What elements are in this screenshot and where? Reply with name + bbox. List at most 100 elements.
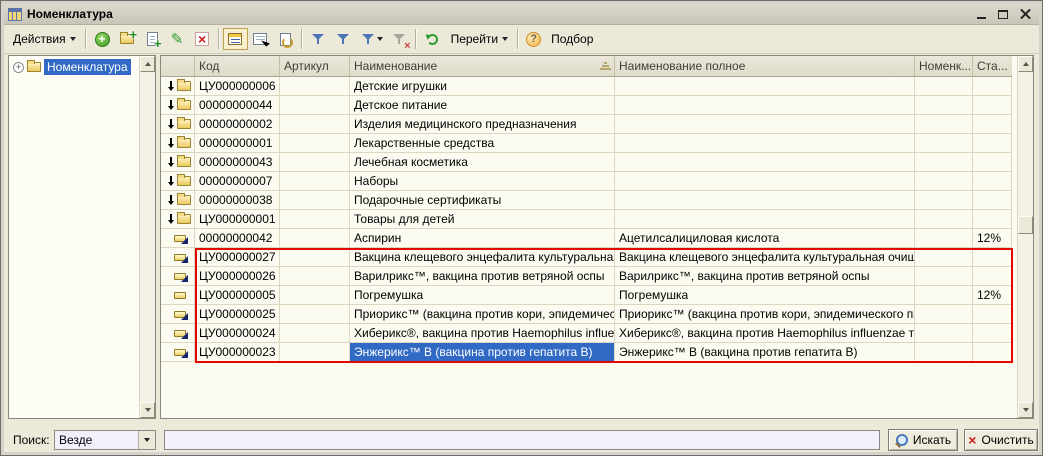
cell-code[interactable]: ЦУ000000026 bbox=[195, 267, 280, 286]
cell-article[interactable] bbox=[280, 134, 350, 153]
cell-fullname[interactable]: Вакцина клещевого энцефалита культуральн… bbox=[615, 248, 915, 267]
expand-icon[interactable] bbox=[13, 62, 24, 73]
scroll-down-button[interactable] bbox=[1018, 402, 1033, 418]
table-scrollbar[interactable] bbox=[1017, 56, 1033, 418]
table-row[interactable]: ЦУ000000025 Приорикс™ (вакцина против ко… bbox=[161, 305, 1017, 324]
scrollbar-thumb[interactable] bbox=[1018, 216, 1033, 234]
add-button[interactable] bbox=[90, 28, 115, 50]
cell-status[interactable] bbox=[973, 267, 1012, 286]
cell-fullname[interactable] bbox=[615, 134, 915, 153]
edit-button[interactable] bbox=[165, 28, 190, 50]
hierarchy-view-button[interactable] bbox=[223, 28, 248, 50]
cell-code[interactable]: ЦУ000000005 bbox=[195, 286, 280, 305]
cell-name[interactable]: Товары для детей bbox=[350, 210, 615, 229]
cell-name[interactable]: Изделия медицинского предназначения bbox=[350, 115, 615, 134]
tree-root-item[interactable]: Номенклатура bbox=[9, 56, 155, 75]
cell-status[interactable] bbox=[973, 248, 1012, 267]
cell-code[interactable]: ЦУ000000025 bbox=[195, 305, 280, 324]
cell-article[interactable] bbox=[280, 305, 350, 324]
cell-nomenclature[interactable] bbox=[915, 229, 973, 248]
search-scope-value[interactable]: Везде bbox=[55, 431, 138, 449]
cell-code[interactable]: ЦУ000000027 bbox=[195, 248, 280, 267]
cell-fullname[interactable] bbox=[615, 172, 915, 191]
cell-name[interactable]: Варилрикс™, вакцина против ветряной оспы bbox=[350, 267, 615, 286]
cell-status[interactable] bbox=[973, 210, 1012, 229]
cell-code[interactable]: 00000000038 bbox=[195, 191, 280, 210]
close-button[interactable] bbox=[1017, 7, 1033, 21]
combo-dropdown-button[interactable] bbox=[138, 431, 155, 449]
cell-name[interactable]: Лечебная косметика bbox=[350, 153, 615, 172]
cell-nomenclature[interactable] bbox=[915, 248, 973, 267]
cell-status[interactable] bbox=[973, 115, 1012, 134]
delete-button[interactable] bbox=[190, 28, 215, 50]
cell-status[interactable] bbox=[973, 324, 1012, 343]
cell-code[interactable]: 00000000007 bbox=[195, 172, 280, 191]
cell-name[interactable]: Погремушка bbox=[350, 286, 615, 305]
copy-button[interactable] bbox=[140, 28, 165, 50]
cell-fullname[interactable]: Энжерикс™ В (вакцина против гепатита В) bbox=[615, 343, 915, 362]
cell-article[interactable] bbox=[280, 229, 350, 248]
add-group-button[interactable] bbox=[115, 28, 140, 50]
cell-code[interactable]: ЦУ000000001 bbox=[195, 210, 280, 229]
cell-name[interactable]: Детские игрушки bbox=[350, 77, 615, 96]
cell-status[interactable] bbox=[973, 134, 1012, 153]
table-row[interactable]: 00000000001 Лекарственные средства bbox=[161, 134, 1017, 153]
header-name[interactable]: Наименование bbox=[350, 56, 615, 77]
refresh-button[interactable] bbox=[420, 28, 445, 50]
scroll-up-button[interactable] bbox=[140, 56, 155, 72]
cell-nomenclature[interactable] bbox=[915, 153, 973, 172]
cell-nomenclature[interactable] bbox=[915, 343, 973, 362]
actions-menu-button[interactable]: Действия bbox=[7, 28, 82, 50]
search-input[interactable] bbox=[164, 430, 880, 450]
tree-root-label[interactable]: Номенклатура bbox=[44, 59, 131, 75]
cell-article[interactable] bbox=[280, 96, 350, 115]
disable-filter-button[interactable]: × bbox=[387, 28, 412, 50]
cell-fullname[interactable]: Ацетилсалициловая кислота bbox=[615, 229, 915, 248]
cell-name[interactable]: Детское питание bbox=[350, 96, 615, 115]
cell-name[interactable]: Аспирин bbox=[350, 229, 615, 248]
cell-status[interactable] bbox=[973, 172, 1012, 191]
clear-button[interactable]: × Очистить bbox=[964, 429, 1038, 451]
cell-name[interactable]: Вакцина клещевого энцефалита культуральн… bbox=[350, 248, 615, 267]
cell-fullname[interactable] bbox=[615, 96, 915, 115]
cell-nomenclature[interactable] bbox=[915, 210, 973, 229]
cell-name[interactable]: Лекарственные средства bbox=[350, 134, 615, 153]
cell-status[interactable]: 12% bbox=[973, 286, 1012, 305]
cell-fullname[interactable]: Погремушка bbox=[615, 286, 915, 305]
cell-article[interactable] bbox=[280, 248, 350, 267]
cell-code[interactable]: 00000000044 bbox=[195, 96, 280, 115]
goto-menu-button[interactable]: Перейти bbox=[445, 28, 515, 50]
cell-nomenclature[interactable] bbox=[915, 324, 973, 343]
minimize-button[interactable] bbox=[973, 7, 989, 21]
select-list-button[interactable] bbox=[248, 28, 273, 50]
cell-article[interactable] bbox=[280, 286, 350, 305]
cell-fullname[interactable] bbox=[615, 210, 915, 229]
cell-name[interactable]: Наборы bbox=[350, 172, 615, 191]
cell-code[interactable]: 00000000002 bbox=[195, 115, 280, 134]
cell-article[interactable] bbox=[280, 115, 350, 134]
cell-fullname[interactable] bbox=[615, 153, 915, 172]
table-row[interactable]: 00000000038 Подарочные сертификаты bbox=[161, 191, 1017, 210]
cell-nomenclature[interactable] bbox=[915, 134, 973, 153]
cell-code[interactable]: 00000000043 bbox=[195, 153, 280, 172]
scroll-up-button[interactable] bbox=[1018, 56, 1033, 72]
cell-article[interactable] bbox=[280, 267, 350, 286]
cell-fullname[interactable] bbox=[615, 115, 915, 134]
cell-fullname[interactable]: Варилрикс™, вакцина против ветряной оспы bbox=[615, 267, 915, 286]
cell-code[interactable]: 00000000042 bbox=[195, 229, 280, 248]
table-row[interactable]: 00000000002 Изделия медицинского предназ… bbox=[161, 115, 1017, 134]
cell-code[interactable]: ЦУ000000006 bbox=[195, 77, 280, 96]
cell-code[interactable]: ЦУ000000023 bbox=[195, 343, 280, 362]
header-article[interactable]: Артикул bbox=[280, 56, 350, 77]
pick-button[interactable]: Подбор bbox=[545, 28, 599, 50]
cell-fullname[interactable]: Приорикс™ (вакцина против кори, эпидемич… bbox=[615, 305, 915, 324]
cell-nomenclature[interactable] bbox=[915, 267, 973, 286]
cell-article[interactable] bbox=[280, 324, 350, 343]
search-button[interactable]: Искать bbox=[888, 429, 958, 451]
table-row[interactable]: ЦУ000000006 Детские игрушки bbox=[161, 77, 1017, 96]
table-row[interactable]: ЦУ000000026 Варилрикс™, вакцина против в… bbox=[161, 267, 1017, 286]
cell-nomenclature[interactable] bbox=[915, 96, 973, 115]
cell-status[interactable] bbox=[973, 96, 1012, 115]
cell-status[interactable] bbox=[973, 153, 1012, 172]
table-row[interactable]: 00000000044 Детское питание bbox=[161, 96, 1017, 115]
